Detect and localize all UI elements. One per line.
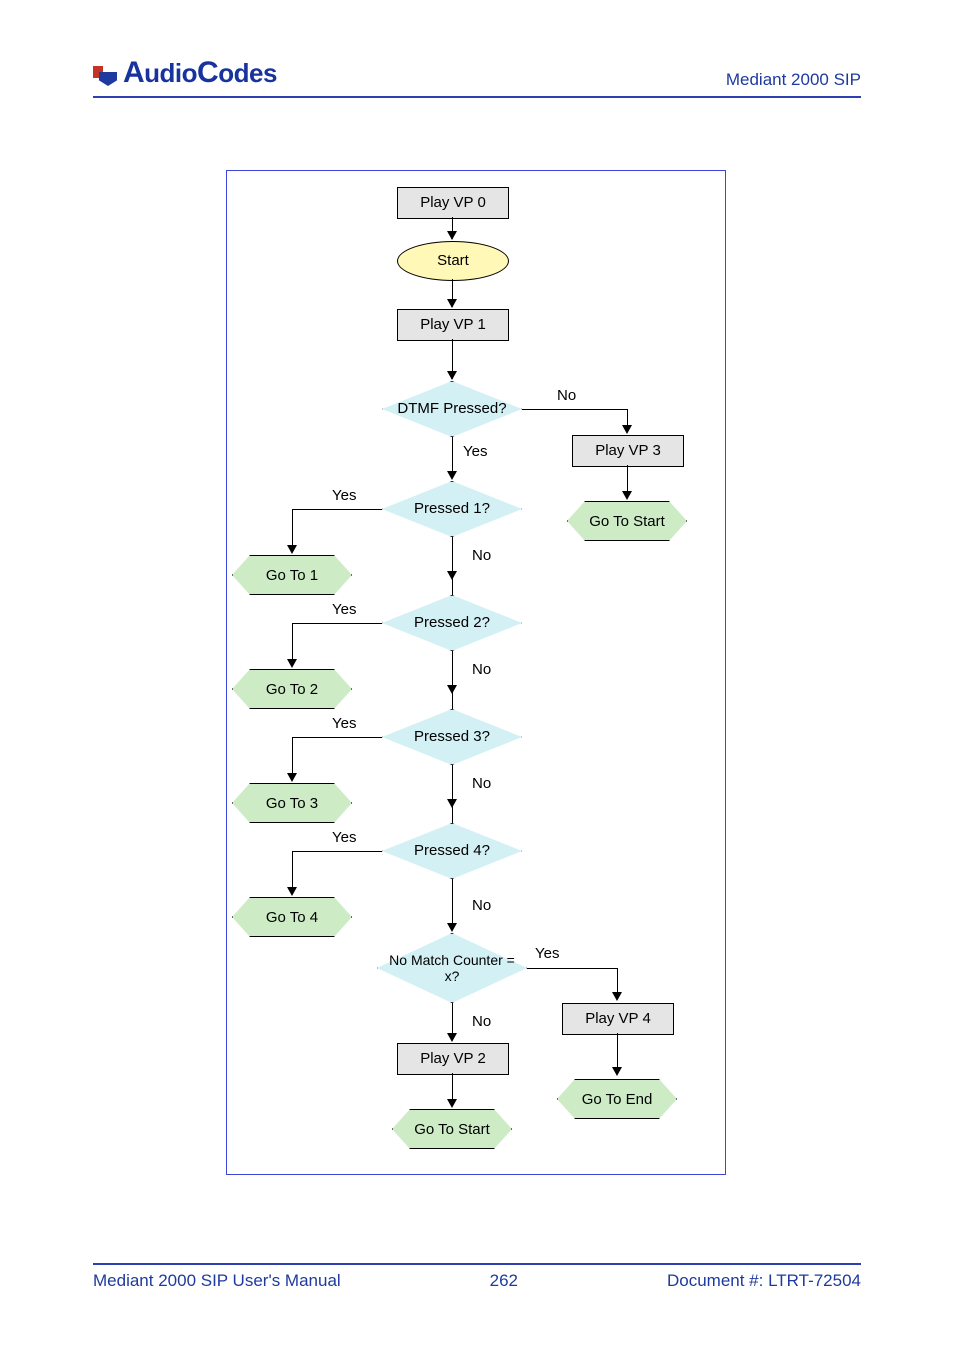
arrowhead-icon xyxy=(447,231,457,240)
document-page: AudioCodes Mediant 2000 SIP Mediant 2000… xyxy=(0,0,954,1351)
brand-logo: AudioCodes xyxy=(93,56,277,90)
label: Play VP 0 xyxy=(420,194,486,211)
arrowhead-icon xyxy=(287,773,297,782)
process-play-vp0: Play VP 0 xyxy=(397,187,509,219)
goto-2: Go To 2 xyxy=(232,669,352,709)
edge-label-no: No xyxy=(472,897,491,914)
footer-center: 262 xyxy=(490,1271,518,1291)
edge-label-yes: Yes xyxy=(332,829,356,846)
process-play-vp4: Play VP 4 xyxy=(562,1003,674,1035)
label: Pressed 3? xyxy=(414,728,490,745)
arrowhead-icon xyxy=(447,371,457,380)
arrowhead-icon xyxy=(447,471,457,480)
connector xyxy=(452,879,453,929)
edge-label-no: No xyxy=(472,775,491,792)
edge-label-no: No xyxy=(472,547,491,564)
label: Start xyxy=(437,252,469,269)
process-play-vp1: Play VP 1 xyxy=(397,309,509,341)
decision-no-match-counter: No Match Counter = x? xyxy=(377,933,527,1003)
arrowhead-icon xyxy=(287,659,297,668)
edge-label-yes: Yes xyxy=(332,487,356,504)
arrowhead-icon xyxy=(447,1033,457,1042)
label: Go To 3 xyxy=(266,795,318,812)
connector xyxy=(452,577,453,595)
label: Play VP 1 xyxy=(420,316,486,333)
connector xyxy=(452,805,453,823)
arrowhead-icon xyxy=(447,923,457,932)
decision-pressed-2: Pressed 2? xyxy=(382,595,522,651)
edge-label-yes: Yes xyxy=(332,601,356,618)
page-header: AudioCodes Mediant 2000 SIP xyxy=(93,56,861,98)
label: Pressed 1? xyxy=(414,500,490,517)
label: Go To Start xyxy=(414,1121,490,1138)
edge-label-yes: Yes xyxy=(332,715,356,732)
label: Go To 2 xyxy=(266,681,318,698)
footer-right: Document #: LTRT-72504 xyxy=(667,1271,861,1291)
flowchart-canvas: Play VP 0 Start Play VP 1 DTMF Pressed? … xyxy=(226,170,726,1175)
label: Pressed 4? xyxy=(414,842,490,859)
label: Play VP 2 xyxy=(420,1050,486,1067)
label: No Match Counter = x? xyxy=(389,952,515,984)
decision-pressed-1: Pressed 1? xyxy=(382,481,522,537)
label: DTMF Pressed? xyxy=(397,400,506,417)
connector xyxy=(292,737,382,738)
goto-1: Go To 1 xyxy=(232,555,352,595)
label: Go To Start xyxy=(589,513,665,530)
process-play-vp3: Play VP 3 xyxy=(572,435,684,467)
logo-text: AudioCodes xyxy=(123,56,277,90)
edge-label-no: No xyxy=(472,661,491,678)
label: Pressed 2? xyxy=(414,614,490,631)
connector xyxy=(522,409,627,410)
goto-start-bottom: Go To Start xyxy=(392,1109,512,1149)
goto-3: Go To 3 xyxy=(232,783,352,823)
label: Play VP 3 xyxy=(595,442,661,459)
connector xyxy=(292,509,382,510)
label: Go To End xyxy=(582,1091,653,1108)
flag-icon xyxy=(93,66,117,90)
goto-end: Go To End xyxy=(557,1079,677,1119)
decision-pressed-4: Pressed 4? xyxy=(382,823,522,879)
connector xyxy=(452,691,453,709)
label: Play VP 4 xyxy=(585,1010,651,1027)
decision-pressed-3: Pressed 3? xyxy=(382,709,522,765)
connector xyxy=(527,968,617,969)
arrowhead-icon xyxy=(447,1099,457,1108)
goto-start-right: Go To Start xyxy=(567,501,687,541)
product-name: Mediant 2000 SIP xyxy=(726,70,861,90)
page-footer: Mediant 2000 SIP User's Manual 262 Docum… xyxy=(93,1263,861,1291)
edge-label-no: No xyxy=(557,387,576,404)
arrowhead-icon xyxy=(622,491,632,500)
arrowhead-icon xyxy=(622,425,632,434)
arrowhead-icon xyxy=(612,1067,622,1076)
process-play-vp2: Play VP 2 xyxy=(397,1043,509,1075)
edge-label-no: No xyxy=(472,1013,491,1030)
connector xyxy=(292,851,382,852)
goto-4: Go To 4 xyxy=(232,897,352,937)
arrowhead-icon xyxy=(287,887,297,896)
label: Go To 1 xyxy=(266,567,318,584)
arrowhead-icon xyxy=(287,545,297,554)
edge-label-yes: Yes xyxy=(535,945,559,962)
decision-dtmf-pressed: DTMF Pressed? xyxy=(382,381,522,437)
footer-left: Mediant 2000 SIP User's Manual xyxy=(93,1271,341,1291)
arrowhead-icon xyxy=(612,992,622,1001)
terminator-start: Start xyxy=(397,241,509,281)
arrowhead-icon xyxy=(447,299,457,308)
label: Go To 4 xyxy=(266,909,318,926)
connector xyxy=(292,623,382,624)
edge-label-yes: Yes xyxy=(463,443,487,460)
